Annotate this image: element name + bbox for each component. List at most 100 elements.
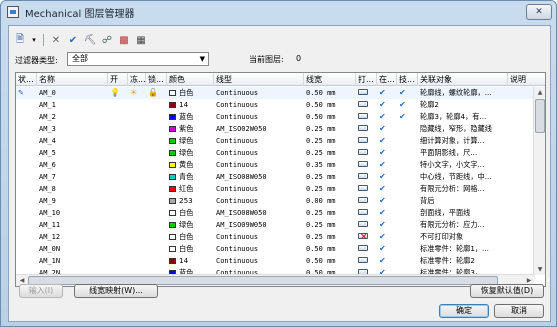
layer-name[interactable]: AM_12 [39, 231, 108, 243]
filter-type-select[interactable]: 全部 ▼ [67, 52, 209, 66]
plot-toggle[interactable] [358, 135, 377, 147]
color-cell[interactable]: 白色 [169, 87, 214, 99]
status-cell[interactable] [18, 219, 37, 231]
color-cell[interactable]: 绿色 [169, 135, 214, 147]
layer-name[interactable]: AM_1 [39, 99, 108, 111]
header-col-color[interactable]: 颜色 [167, 73, 214, 86]
color-cell[interactable]: 青色 [169, 171, 214, 183]
lineweight-cell[interactable]: 0.00 mm [306, 195, 356, 207]
lock-toggle[interactable] [148, 183, 167, 195]
table-row[interactable]: AM_6 黄色 Continuous 0.35 mm ✔ 特小文字，小文字... [16, 159, 534, 171]
color-cell[interactable]: 蓝色 [169, 111, 214, 123]
header-col-plot[interactable]: 打... [356, 73, 377, 86]
lineweight-cell[interactable]: 0.25 mm [306, 183, 356, 195]
table-row[interactable]: AM_11 绿色 AM_ISO09W050 0.25 mm ✔ 有限元分析：应力... [16, 219, 534, 231]
layer-name[interactable]: AM_9 [39, 195, 108, 207]
lineweight-cell[interactable]: 0.50 mm [306, 87, 356, 99]
status-cell[interactable] [18, 207, 37, 219]
title-bar[interactable]: Mechanical 图层管理器 ✕ [1, 1, 557, 23]
on-toggle[interactable] [110, 207, 128, 219]
ok-button[interactable]: 确定 [439, 304, 489, 318]
layer-name[interactable]: AM_5 [39, 147, 108, 159]
tech-toggle[interactable] [399, 159, 418, 171]
delete-layer-icon[interactable]: ✕ [49, 33, 63, 47]
plot-toggle[interactable] [358, 243, 377, 255]
layer-name[interactable]: AM_8 [39, 183, 108, 195]
linetype-cell[interactable]: AM_ISO09W050 [216, 219, 304, 231]
restore-defaults-button[interactable]: 恢复默认值(D) [470, 284, 544, 298]
plot-toggle[interactable] [358, 183, 377, 195]
status-cell[interactable] [18, 183, 37, 195]
lock-toggle[interactable] [148, 135, 167, 147]
color-cell[interactable]: 黄色 [169, 159, 214, 171]
lock-toggle[interactable] [148, 123, 167, 135]
color-cell[interactable]: 白色 [169, 243, 214, 255]
tech-toggle[interactable] [399, 195, 418, 207]
tech-toggle[interactable]: ✔ [399, 99, 418, 111]
table-row[interactable]: AM_9 253 Continuous 0.00 mm ✔ 背后 [16, 195, 534, 207]
plot-toggle[interactable] [358, 99, 377, 111]
lock-toggle[interactable]: 🔓 [148, 87, 167, 99]
linetype-cell[interactable]: Continuous [216, 99, 304, 111]
lineweight-map-button[interactable]: 线宽映射(W)... [74, 284, 158, 298]
close-button[interactable]: ✕ [526, 4, 552, 20]
header-col-tech[interactable]: 技... [397, 73, 418, 86]
plot-toggle[interactable] [358, 195, 377, 207]
status-cell[interactable] [18, 195, 37, 207]
tech-toggle[interactable] [399, 147, 418, 159]
status-cell[interactable] [18, 231, 37, 243]
tech-toggle[interactable] [399, 207, 418, 219]
color-cell[interactable]: 绿色 [169, 219, 214, 231]
lock-toggle[interactable] [148, 207, 167, 219]
lock-toggle[interactable] [148, 243, 167, 255]
plot-toggle[interactable] [358, 123, 377, 135]
freeze-toggle[interactable] [130, 99, 146, 111]
layer-name[interactable]: AM_11 [39, 219, 108, 231]
layer-name[interactable]: AM_1N [39, 255, 108, 267]
layer-name[interactable]: AM_7 [39, 171, 108, 183]
viewport-toggle[interactable]: ✔ [379, 159, 397, 171]
lineweight-cell[interactable]: 0.25 mm [306, 147, 356, 159]
plot-toggle[interactable] [358, 147, 377, 159]
table-row[interactable]: AM_3 紫色 AM_ISO02W050 0.25 mm ✔ 隐藏线，窄形，隐藏线 [16, 123, 534, 135]
linetype-cell[interactable]: Continuous [216, 111, 304, 123]
lock-toggle[interactable] [148, 159, 167, 171]
tech-toggle[interactable] [399, 219, 418, 231]
freeze-toggle[interactable] [130, 183, 146, 195]
color-cell[interactable]: 白色 [169, 207, 214, 219]
freeze-toggle[interactable] [130, 159, 146, 171]
on-toggle[interactable] [110, 99, 128, 111]
lock-toggle[interactable] [148, 111, 167, 123]
layer-states-icon[interactable]: ⛏ [83, 33, 97, 47]
on-toggle[interactable] [110, 147, 128, 159]
tech-toggle[interactable]: ✔ [399, 87, 418, 99]
tech-toggle[interactable] [399, 255, 418, 267]
on-toggle[interactable] [110, 231, 128, 243]
status-cell[interactable] [18, 243, 37, 255]
freeze-toggle[interactable] [130, 255, 146, 267]
freeze-toggle[interactable] [130, 219, 146, 231]
lineweight-cell[interactable]: 0.35 mm [306, 159, 356, 171]
on-toggle[interactable] [110, 159, 128, 171]
status-cell[interactable] [18, 99, 37, 111]
vertical-scrollbar[interactable]: ▲ ▼ [533, 87, 545, 275]
status-cell[interactable] [18, 123, 37, 135]
grid-icon[interactable]: ▦ [134, 33, 148, 47]
tech-toggle[interactable] [399, 171, 418, 183]
status-cell[interactable] [18, 171, 37, 183]
plot-toggle[interactable] [358, 231, 377, 243]
lineweight-cell[interactable]: 0.50 mm [306, 243, 356, 255]
on-toggle[interactable] [110, 195, 128, 207]
on-toggle[interactable]: 💡 [110, 87, 128, 99]
header-col-viewport[interactable]: 在... [377, 73, 397, 86]
table-row[interactable]: AM_1 14 Continuous 0.50 mm ✔ ✔ 轮廓2 [16, 99, 534, 111]
freeze-toggle[interactable] [130, 243, 146, 255]
header-col-associated[interactable]: 关联对象 [418, 73, 508, 86]
color-cell[interactable]: 14 [169, 255, 214, 267]
viewport-toggle[interactable]: ✔ [379, 147, 397, 159]
table-row[interactable]: AM_12 白色 Continuous0.25 mm ✔ 不可打印对象 [16, 231, 534, 243]
table-row[interactable]: AM_0N 白色 Continuous 0.50 mm ✔ 标准零件：轮廓1，... [16, 243, 534, 255]
header-col-linetype[interactable]: 线型 [214, 73, 304, 86]
freeze-toggle[interactable] [130, 147, 146, 159]
viewport-toggle[interactable]: ✔ [379, 195, 397, 207]
